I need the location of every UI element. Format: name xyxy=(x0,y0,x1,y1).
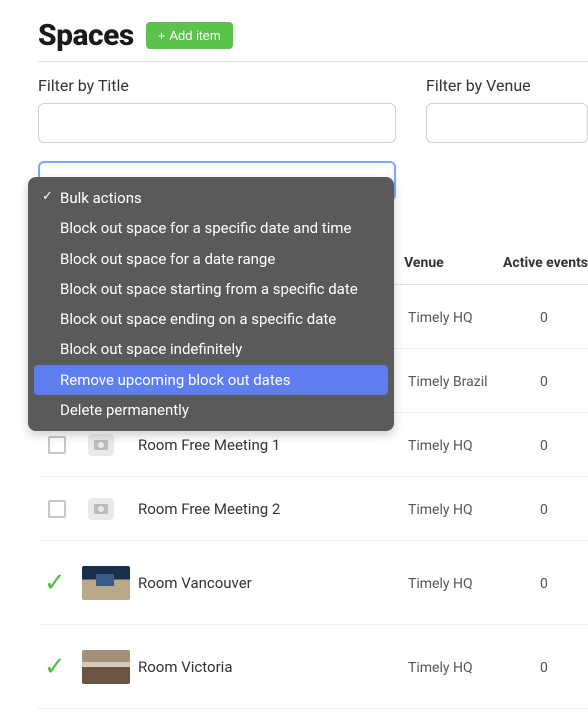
room-active-events: 0 xyxy=(508,310,548,326)
room-title[interactable]: Room Victoria xyxy=(138,658,232,676)
filter-venue-label: Filter by Venue xyxy=(426,76,588,95)
room-active-events: 0 xyxy=(508,438,548,454)
room-venue: Timely HQ xyxy=(408,502,473,518)
row-checkbox[interactable] xyxy=(48,436,66,454)
col-header-venue[interactable]: Venue xyxy=(404,255,503,271)
table-row[interactable]: ✓ Room Victoria Timely HQ 0 xyxy=(38,625,588,709)
bulk-action-option[interactable]: Remove upcoming block out dates xyxy=(34,365,388,395)
bulk-action-option[interactable]: Block out space ending on a specific dat… xyxy=(34,304,388,334)
room-active-events: 0 xyxy=(508,660,548,676)
filter-title-input[interactable] xyxy=(38,103,396,143)
room-active-events: 0 xyxy=(508,576,548,592)
bulk-action-option[interactable]: Block out space for a specific date and … xyxy=(34,213,388,243)
room-active-events: 0 xyxy=(508,502,548,518)
filter-title-label: Filter by Title xyxy=(38,76,396,95)
bulk-action-option[interactable]: Block out space starting from a specific… xyxy=(34,274,388,304)
bulk-action-option[interactable]: Block out space for a date range xyxy=(34,244,388,274)
add-item-button[interactable]: + Add item xyxy=(146,22,233,49)
page-title: Spaces xyxy=(38,18,134,53)
table-row[interactable]: ✓ Room Vancouver Timely HQ 0 xyxy=(38,541,588,625)
row-checkbox[interactable] xyxy=(48,500,66,518)
filter-venue-input[interactable] xyxy=(426,103,588,143)
room-venue: Timely HQ xyxy=(408,576,473,592)
bulk-action-option[interactable]: Bulk actions xyxy=(34,183,388,213)
row-selected-check-icon[interactable]: ✓ xyxy=(44,654,80,680)
table-row[interactable]: Room Free Meeting 2 Timely HQ 0 xyxy=(38,477,588,541)
room-active-events: 0 xyxy=(508,374,548,390)
bulk-actions-dropdown[interactable]: Bulk actionsBlock out space for a specif… xyxy=(28,177,394,431)
row-selected-check-icon[interactable]: ✓ xyxy=(44,570,80,596)
camera-icon xyxy=(88,498,114,520)
bulk-action-option[interactable]: Block out space indefinitely xyxy=(34,334,388,364)
room-title[interactable]: Room Free Meeting 1 xyxy=(138,436,280,454)
camera-icon xyxy=(88,434,114,456)
room-venue: Timely Brazil xyxy=(408,374,488,390)
room-title[interactable]: Room Free Meeting 2 xyxy=(138,500,280,518)
room-venue: Timely HQ xyxy=(408,310,473,326)
add-item-label: Add item xyxy=(169,28,220,43)
room-thumbnail xyxy=(82,650,130,684)
room-thumbnail xyxy=(82,566,130,600)
room-venue: Timely HQ xyxy=(408,660,473,676)
plus-icon: + xyxy=(158,28,166,43)
room-title[interactable]: Room Vancouver xyxy=(138,574,252,592)
col-header-active[interactable]: Active events xyxy=(503,255,588,271)
divider xyxy=(38,61,588,62)
bulk-action-option[interactable]: Delete permanently xyxy=(34,395,388,425)
room-venue: Timely HQ xyxy=(408,438,473,454)
